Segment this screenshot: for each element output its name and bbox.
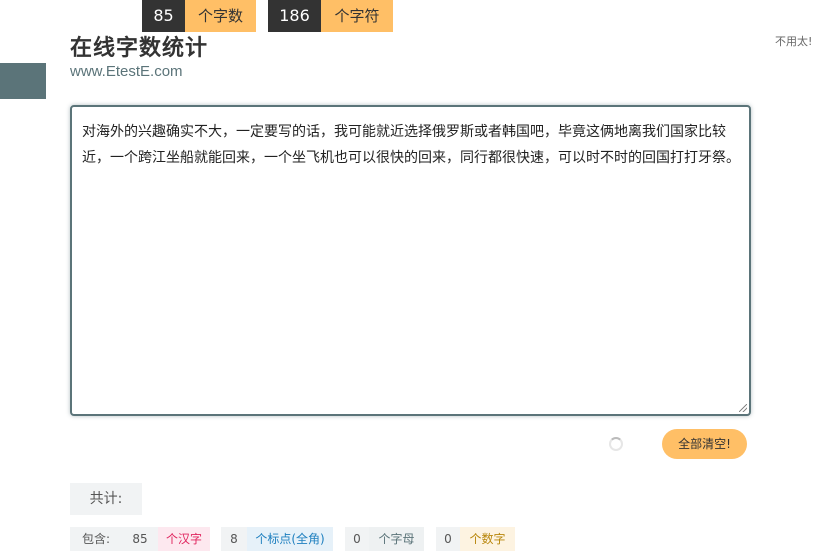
site-url[interactable]: www.EtestE.com xyxy=(70,63,183,80)
side-tab[interactable] xyxy=(0,63,46,99)
symbol-count-value: 186 xyxy=(268,0,321,32)
text-input-content[interactable]: 对海外的兴趣确实不大，一定要写的话，我可能就近选择俄罗斯或者韩国吧，毕竟这俩地离… xyxy=(82,119,742,171)
clear-all-button[interactable]: 全部清空! xyxy=(662,429,747,459)
hanzi-tag: 个汉字 xyxy=(158,527,210,551)
page: 在线字数统计 www.EtestE.com 不用太! 对海外的兴趣确实不大，一定… xyxy=(0,0,818,557)
char-count-unit: 个字数 xyxy=(185,0,256,32)
top-right-notice: 不用太! xyxy=(775,35,813,48)
symbol-count-unit: 个字符 xyxy=(321,0,393,32)
resize-grip-icon[interactable] xyxy=(739,404,747,412)
punctuation-tag: 个标点(全角) xyxy=(247,527,333,551)
page-title: 在线字数统计 xyxy=(70,36,209,61)
digit-tag: 个数字 xyxy=(460,527,515,551)
char-count-value: 85 xyxy=(142,0,185,32)
digit-count: 0 xyxy=(436,527,460,551)
letter-tag: 个字母 xyxy=(369,527,424,551)
text-input-area[interactable]: 对海外的兴趣确实不大，一定要写的话，我可能就近选择俄罗斯或者韩国吧，毕竟这俩地离… xyxy=(70,105,751,416)
hanzi-count: 85 xyxy=(122,527,158,551)
summary-label: 共计: xyxy=(70,483,142,515)
loading-spinner-icon xyxy=(609,437,623,451)
letter-count: 0 xyxy=(345,527,369,551)
punctuation-count: 8 xyxy=(221,527,247,551)
details-label: 包含: xyxy=(70,527,122,551)
